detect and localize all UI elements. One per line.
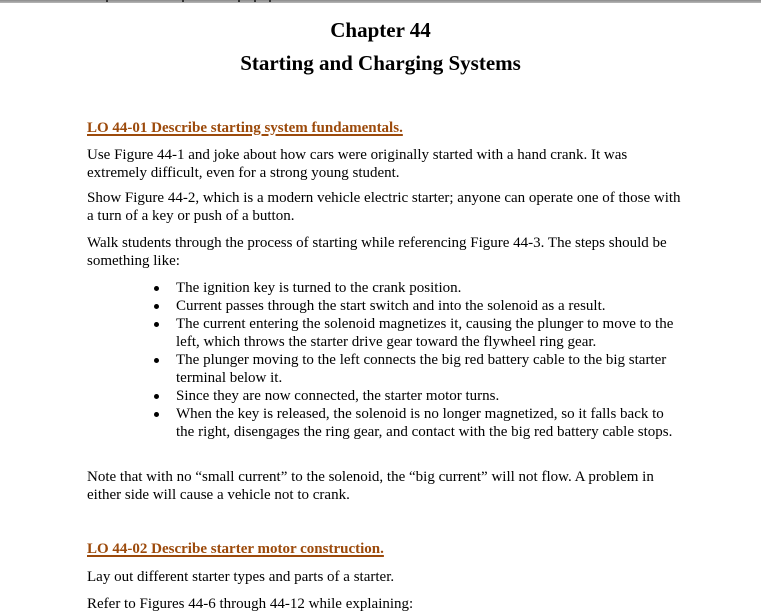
list-item-text: Since they are now connected, the starte… — [176, 388, 500, 404]
paragraph: Lay out different starter types and part… — [87, 569, 395, 585]
paragraph: Show Figure 44-2, which is a modern vehi… — [87, 190, 681, 224]
list-item-text: The ignition key is turned to the crank … — [176, 280, 462, 296]
list-item: Current passes through the start switch … — [150, 297, 680, 315]
bullet-icon — [154, 358, 159, 363]
bullet-icon — [154, 412, 159, 417]
list-item-text: Current passes through the start switch … — [176, 298, 606, 314]
document-page: Chapter 44 Starting and Charging Systems… — [0, 3, 761, 612]
bullet-icon — [154, 322, 159, 327]
paragraph: Note that with no “small current” to the… — [87, 469, 654, 503]
list-item: When the key is released, the solenoid i… — [150, 405, 680, 441]
list-item-text: The plunger moving to the left connects … — [176, 352, 667, 386]
section-heading-lo-44-01: LO 44-01 Describe starting system fundam… — [87, 120, 403, 136]
paragraph: Use Figure 44-1 and joke about how cars … — [87, 147, 628, 181]
list-item: The current entering the solenoid magnet… — [150, 315, 680, 351]
bullet-icon — [154, 304, 159, 309]
list-item: Since they are now connected, the starte… — [150, 387, 680, 405]
list-item-text: The current entering the solenoid magnet… — [176, 316, 674, 350]
list-item: The plunger moving to the left connects … — [150, 351, 680, 387]
chapter-subtitle: Starting and Charging Systems — [240, 51, 521, 75]
list-item: The ignition key is turned to the crank … — [150, 279, 680, 297]
previous-page-text-fragment — [100, 0, 280, 2]
paragraph: Refer to Figures 44-6 through 44-12 whil… — [87, 596, 414, 612]
bullet-icon — [154, 286, 159, 291]
starting-steps-list: The ignition key is turned to the crank … — [150, 279, 680, 441]
section-heading-lo-44-02: LO 44-02 Describe starter motor construc… — [87, 541, 384, 557]
bullet-icon — [154, 394, 159, 399]
list-item-text: When the key is released, the solenoid i… — [176, 406, 673, 440]
paragraph: Walk students through the process of sta… — [87, 235, 667, 269]
chapter-title: Chapter 44 — [330, 18, 431, 42]
